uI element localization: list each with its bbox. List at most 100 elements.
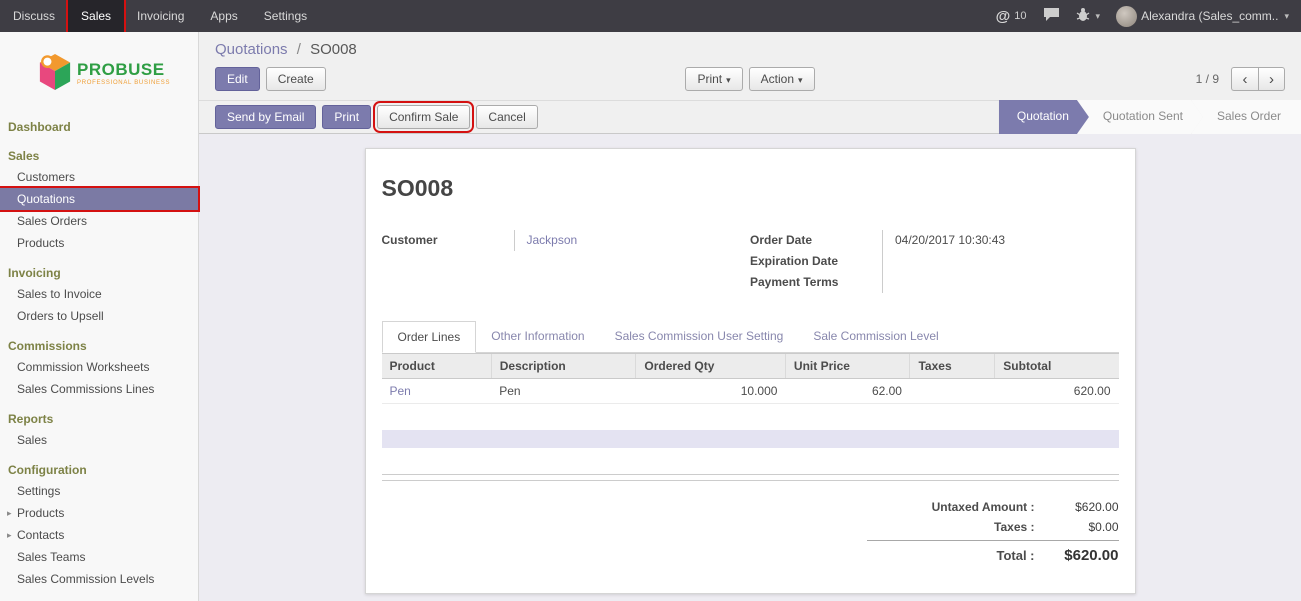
create-button[interactable]: Create bbox=[266, 67, 326, 91]
brand-text: PROBUSE PROFESSIONAL BUSINESS bbox=[77, 61, 170, 86]
table-row[interactable]: Pen Pen 10.000 62.00 620.00 bbox=[382, 379, 1119, 404]
activity-icon: @ bbox=[996, 8, 1011, 25]
customer-field-group: Customer Jackpson bbox=[382, 230, 721, 251]
col-ordered-qty[interactable]: Ordered Qty bbox=[636, 354, 786, 379]
cell-product[interactable]: Pen bbox=[382, 379, 492, 404]
breadcrumb-separator: / bbox=[297, 41, 301, 58]
sidebar-item-reports-sales[interactable]: Sales bbox=[0, 429, 198, 451]
untaxed-amount-value: $620.00 bbox=[1047, 500, 1119, 514]
payment-terms-value bbox=[883, 272, 1119, 293]
expiration-date-value bbox=[883, 251, 1119, 272]
customer-value[interactable]: Jackpson bbox=[515, 230, 721, 251]
untaxed-amount-label: Untaxed Amount : bbox=[932, 500, 1035, 514]
bug-icon bbox=[1076, 7, 1090, 25]
pager-previous-button[interactable]: ‹ bbox=[1231, 67, 1258, 91]
expand-arrow-icon[interactable]: ▸ bbox=[7, 530, 12, 541]
notebook-tabs: Order Lines Other Information Sales Comm… bbox=[382, 321, 1119, 353]
messages-menu[interactable] bbox=[1043, 7, 1060, 25]
sidebar-item-config-products[interactable]: ▸ Products bbox=[0, 502, 198, 524]
sidebar-item-sales-commissions-lines[interactable]: Sales Commissions Lines bbox=[0, 378, 198, 400]
sidebar-item-orders-to-upsell[interactable]: Orders to Upsell bbox=[0, 305, 198, 327]
chevron-down-icon: ▾ bbox=[1284, 11, 1289, 22]
activities-menu[interactable]: @ 10 bbox=[996, 8, 1027, 25]
tab-other-information[interactable]: Other Information bbox=[476, 321, 599, 353]
cell-unit-price: 62.00 bbox=[785, 379, 910, 404]
quotation-sheet: SO008 Customer Jackpson Order Date E bbox=[365, 148, 1136, 594]
sidebar-item-sales-teams[interactable]: Sales Teams bbox=[0, 546, 198, 568]
print-dropdown-label: Print bbox=[697, 72, 722, 86]
document-title: SO008 bbox=[382, 175, 1119, 202]
edit-button[interactable]: Edit bbox=[215, 67, 260, 91]
send-by-email-button[interactable]: Send by Email bbox=[215, 105, 316, 129]
breadcrumb-quotations[interactable]: Quotations bbox=[215, 41, 288, 58]
sidebar: PROBUSE PROFESSIONAL BUSINESS Dashboard … bbox=[0, 32, 199, 601]
nav-invoicing[interactable]: Invoicing bbox=[124, 0, 197, 32]
sidebar-item-config-contacts[interactable]: ▸ Contacts bbox=[0, 524, 198, 546]
status-step-sales-order[interactable]: Sales Order bbox=[1191, 100, 1301, 134]
user-name: Alexandra (Sales_comm.. bbox=[1141, 9, 1278, 23]
field-groups: Customer Jackpson Order Date Expiration … bbox=[382, 230, 1119, 293]
status-step-quotation-sent[interactable]: Quotation Sent bbox=[1077, 100, 1203, 134]
empty-line-row[interactable] bbox=[382, 430, 1119, 448]
order-lines-table: Product Description Ordered Qty Unit Pri… bbox=[382, 353, 1119, 404]
total-label: Total : bbox=[996, 548, 1034, 563]
tab-sale-commission-level[interactable]: Sale Commission Level bbox=[798, 321, 953, 353]
sidebar-item-sales-to-invoice[interactable]: Sales to Invoice bbox=[0, 283, 198, 305]
sidebar-item-products[interactable]: Products bbox=[0, 232, 198, 254]
debug-menu[interactable]: ▾ bbox=[1076, 7, 1101, 25]
print-dropdown[interactable]: Print ▾ bbox=[685, 67, 742, 91]
nav-apps[interactable]: Apps bbox=[197, 0, 250, 32]
confirm-sale-button[interactable]: Confirm Sale bbox=[377, 105, 470, 129]
avatar bbox=[1116, 6, 1137, 27]
status-step-quotation[interactable]: Quotation bbox=[999, 100, 1089, 134]
user-menu[interactable]: Alexandra (Sales_comm.. ▾ bbox=[1116, 6, 1289, 27]
group-separator bbox=[382, 474, 1119, 481]
nav-sales[interactable]: Sales bbox=[68, 0, 124, 32]
form-view-body: SO008 Customer Jackpson Order Date E bbox=[199, 134, 1301, 601]
payment-terms-label: Payment Terms bbox=[750, 272, 882, 293]
print-button[interactable]: Print bbox=[322, 105, 371, 129]
col-product[interactable]: Product bbox=[382, 354, 492, 379]
action-dropdown-label: Action bbox=[761, 72, 794, 86]
col-subtotal[interactable]: Subtotal bbox=[995, 354, 1119, 379]
order-date-value: 04/20/2017 10:30:43 bbox=[883, 230, 1119, 251]
expand-arrow-icon[interactable]: ▸ bbox=[7, 508, 12, 519]
sidebar-item-customers[interactable]: Customers bbox=[0, 166, 198, 188]
pager-next-button[interactable]: › bbox=[1258, 67, 1285, 91]
nav-settings[interactable]: Settings bbox=[251, 0, 320, 32]
action-dropdown[interactable]: Action▾ bbox=[749, 67, 815, 91]
col-unit-price[interactable]: Unit Price bbox=[785, 354, 910, 379]
sidebar-section-reports: Reports bbox=[0, 409, 198, 429]
statusbar: Quotation Quotation Sent Sales Order bbox=[999, 100, 1301, 134]
order-date-label: Order Date bbox=[750, 230, 882, 251]
pager-count: 1 / 9 bbox=[1196, 72, 1219, 86]
tab-sales-commission-user-setting[interactable]: Sales Commission User Setting bbox=[600, 321, 799, 353]
activity-count: 10 bbox=[1014, 10, 1026, 22]
sidebar-section-commissions: Commissions bbox=[0, 336, 198, 356]
col-description[interactable]: Description bbox=[491, 354, 636, 379]
breadcrumb-current: SO008 bbox=[310, 41, 357, 58]
breadcrumb: Quotations / SO008 bbox=[215, 41, 1285, 58]
workflow-buttons: Send by Email Print Confirm Sale Cancel bbox=[215, 105, 538, 129]
tab-order-lines[interactable]: Order Lines bbox=[382, 321, 477, 353]
sidebar-item-sales-orders[interactable]: Sales Orders bbox=[0, 210, 198, 232]
control-panel-buttons: Edit Create Print ▾ Action▾ 1 / 9 ‹ › bbox=[215, 67, 1285, 100]
pager: ‹ › bbox=[1231, 67, 1285, 91]
chevron-down-icon: ▾ bbox=[726, 75, 731, 85]
sidebar-item-dashboard[interactable]: Dashboard bbox=[0, 117, 198, 137]
sidebar-section-sales: Sales bbox=[0, 146, 198, 166]
sidebar-section-configuration: Configuration bbox=[0, 460, 198, 480]
sidebar-item-quotations[interactable]: Quotations bbox=[0, 188, 198, 210]
nav-discuss[interactable]: Discuss bbox=[0, 0, 68, 32]
page: PROBUSE PROFESSIONAL BUSINESS Dashboard … bbox=[0, 32, 1301, 601]
sidebar-item-commission-worksheets[interactable]: Commission Worksheets bbox=[0, 356, 198, 378]
probuse-logo-icon bbox=[38, 52, 72, 95]
col-taxes[interactable]: Taxes bbox=[910, 354, 995, 379]
sidebar-item-settings[interactable]: Settings bbox=[0, 480, 198, 502]
cancel-button[interactable]: Cancel bbox=[476, 105, 537, 129]
top-navbar: Discuss Sales Invoicing Apps Settings @ … bbox=[0, 0, 1301, 32]
cell-taxes bbox=[910, 379, 995, 404]
total-value: $620.00 bbox=[1047, 547, 1119, 564]
sidebar-item-sales-commission-levels[interactable]: Sales Commission Levels bbox=[0, 568, 198, 590]
sidebar-item-label: Products bbox=[17, 506, 64, 520]
